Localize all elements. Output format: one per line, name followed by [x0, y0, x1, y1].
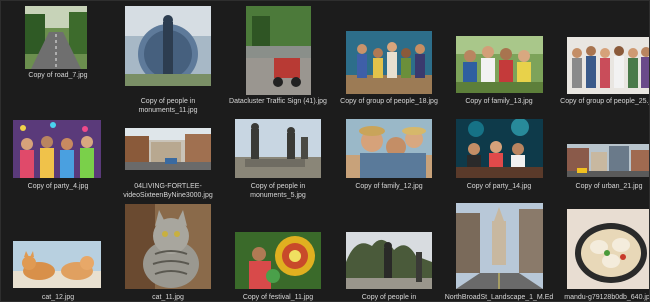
city-street-photo-icon[interactable] — [456, 203, 543, 289]
file-name-label: Copy of group of people_18.jpg — [340, 98, 438, 105]
street-motorbike-photo-icon[interactable] — [246, 6, 311, 95]
monument-statue-photo-icon[interactable] — [346, 232, 432, 289]
file-name-label: cat_12.jpg — [41, 294, 75, 301]
cats-photo-icon[interactable] — [13, 241, 101, 288]
family-photo-icon[interactable] — [346, 119, 432, 178]
file-name-label: Copy of people in — [361, 294, 417, 301]
file-name-label: 04LIVING-FORTLEE-videoSixteenByNine3000.… — [123, 183, 213, 199]
family-photo-icon[interactable] — [456, 36, 543, 93]
urban-street-photo-icon[interactable] — [567, 144, 649, 177]
street-town-photo-icon[interactable] — [125, 128, 211, 170]
file-name-label: Copy of party_4.jpg — [27, 183, 89, 190]
party-photo-icon[interactable] — [13, 120, 101, 178]
group-people-photo-icon[interactable] — [567, 37, 649, 94]
file-name-label: Datacluster Traffic Sign (41).jpg — [229, 98, 327, 105]
file-name-label: Copy of family_12.jpg — [355, 183, 423, 190]
monument-statue-photo-icon[interactable] — [125, 6, 211, 86]
file-name-label: mandu-g79128b0db_640.jpg — [564, 294, 650, 301]
file-name-label: Copy of party_14.jpg — [466, 183, 532, 190]
festival-photo-icon[interactable] — [235, 232, 321, 289]
file-name-label: Copy of family_13.jpg — [465, 98, 533, 105]
file-explorer-large-icons-view: Copy of road_7.jpg Copy of people in mon… — [0, 0, 650, 302]
party-photo-icon[interactable] — [456, 119, 543, 178]
file-item[interactable] — [21, 5, 101, 109]
file-name-label: Copy of festival_11.jpg — [242, 294, 314, 301]
file-name-label: NorthBroadSt_Landscape_1_M.Ed — [444, 294, 554, 301]
file-name-label: Copy of urban_21.jpg — [575, 183, 643, 190]
cat-photo-icon[interactable] — [125, 204, 211, 289]
group-people-photo-icon[interactable] — [346, 31, 432, 94]
file-name-label: cat_11.jpg — [152, 294, 184, 301]
file-name-label: Copy of people in monuments_5.jpg — [250, 183, 306, 199]
file-name-label: Copy of road_7.jpg — [28, 72, 88, 79]
file-name-label: Copy of group of people_25.jpg — [560, 98, 650, 105]
road-photo-icon — [25, 6, 87, 69]
file-name-label: Copy of people in monuments_11.jpg — [138, 98, 198, 114]
dumplings-photo-icon[interactable] — [567, 209, 649, 289]
monument-statue-photo-icon[interactable] — [235, 119, 321, 178]
